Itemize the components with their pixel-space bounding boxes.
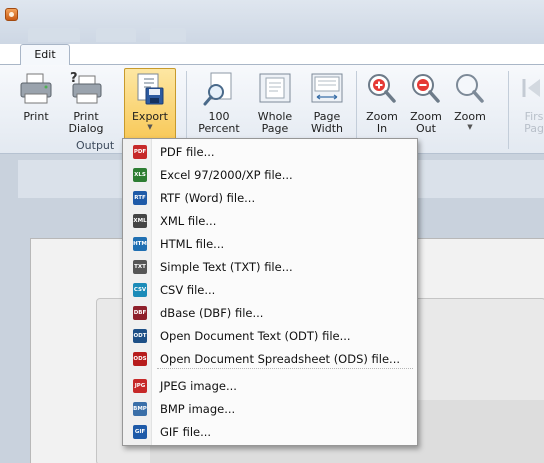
bmp-file-icon: BMP xyxy=(133,402,147,416)
menu-item-pdf[interactable]: PDF PDF file... xyxy=(125,141,415,163)
whole-page-icon xyxy=(257,71,293,107)
group-divider xyxy=(508,71,509,149)
csv-file-icon: CSV xyxy=(133,283,147,297)
print-button[interactable]: Print xyxy=(16,69,56,139)
print-dialog-button[interactable]: ? Print Dialog xyxy=(64,69,108,139)
menu-item-gif[interactable]: GIF GIF file... xyxy=(125,421,415,443)
txt-file-icon: TXT xyxy=(133,260,147,274)
dbf-file-icon: DBF xyxy=(133,306,147,320)
zoom-out-button[interactable]: Zoom Out xyxy=(406,69,446,139)
zoom-in-label-2: In xyxy=(376,122,388,135)
first-page-label-2: Pag xyxy=(524,122,544,135)
menu-item-label: HTML file... xyxy=(160,237,225,251)
group-label-output: Output xyxy=(76,139,115,152)
menu-item-label: JPEG image... xyxy=(160,379,237,393)
magnifier-page-icon xyxy=(201,71,237,107)
ghost-tab-blurred xyxy=(96,28,136,42)
jpeg-file-icon: JPG xyxy=(133,379,147,393)
pdf-file-icon: PDF xyxy=(133,145,147,159)
menu-item-dbf[interactable]: DBF dBase (DBF) file... xyxy=(125,302,415,324)
zoom-in-icon xyxy=(364,71,400,107)
percent-label-2: Percent xyxy=(198,122,240,135)
zoom-in-button[interactable]: Zoom In xyxy=(362,69,402,139)
zoom-button[interactable]: Zoom ▼ xyxy=(450,69,490,139)
zoom-100-percent-button[interactable]: 100 Percent xyxy=(196,69,242,139)
gif-file-icon: GIF xyxy=(133,425,147,439)
page-width-icon xyxy=(309,71,345,107)
menu-item-xml[interactable]: XML XML file... xyxy=(125,210,415,232)
printer-icon xyxy=(18,71,54,107)
menu-item-label: Open Document Text (ODT) file... xyxy=(160,329,351,343)
tab-edit[interactable]: Edit xyxy=(20,44,70,65)
menu-item-label: CSV file... xyxy=(160,283,216,297)
rtf-file-icon: RTF xyxy=(133,191,147,205)
menu-item-label: PDF file... xyxy=(160,145,215,159)
menu-item-excel[interactable]: XLS Excel 97/2000/XP file... xyxy=(125,164,415,186)
zoom-out-label-2: Out xyxy=(416,122,436,135)
menu-item-bmp[interactable]: BMP BMP image... xyxy=(125,398,415,420)
menu-item-csv[interactable]: CSV CSV file... xyxy=(125,279,415,301)
export-label: Export xyxy=(131,110,168,123)
ghost-tab-blurred xyxy=(28,28,80,42)
html-file-icon: HTM xyxy=(133,237,147,251)
xml-file-icon: XML xyxy=(133,214,147,228)
print-label: Print xyxy=(23,110,49,123)
chevron-down-icon: ▼ xyxy=(147,123,153,131)
whole-label-2: Page xyxy=(261,122,289,135)
export-disk-icon xyxy=(132,71,168,107)
menu-item-label: BMP image... xyxy=(160,402,236,416)
menu-item-label: RTF (Word) file... xyxy=(160,191,256,205)
first-page-icon xyxy=(516,71,544,107)
app-logo-icon[interactable] xyxy=(5,8,18,21)
menu-item-rtf[interactable]: RTF RTF (Word) file... xyxy=(125,187,415,209)
ods-file-icon: ODS xyxy=(133,352,147,366)
whole-page-button[interactable]: Whole Page xyxy=(252,69,298,139)
printer-question-icon: ? xyxy=(68,71,104,107)
menu-item-label: dBase (DBF) file... xyxy=(160,306,264,320)
zoom-icon xyxy=(452,71,488,107)
menu-item-odt[interactable]: ODT Open Document Text (ODT) file... xyxy=(125,325,415,347)
menu-item-label: Open Document Spreadsheet (ODS) file... xyxy=(160,352,401,366)
ghost-tab-blurred xyxy=(150,28,186,42)
page-width-button[interactable]: Page Width xyxy=(304,69,350,139)
zoom-label: Zoom xyxy=(454,110,486,123)
width-label-2: Width xyxy=(311,122,343,135)
excel-file-icon: XLS xyxy=(133,168,147,182)
menu-item-ods[interactable]: ODS Open Document Spreadsheet (ODS) file.… xyxy=(125,348,415,370)
print-dialog-label-2: Dialog xyxy=(68,122,104,135)
chevron-down-icon: ▼ xyxy=(467,123,473,131)
odt-file-icon: ODT xyxy=(133,329,147,343)
title-bar xyxy=(0,0,544,44)
menu-separator xyxy=(157,368,413,369)
export-button[interactable]: Export ▼ xyxy=(124,68,176,142)
first-page-button[interactable]: Firs Pag xyxy=(516,69,544,139)
menu-item-txt[interactable]: TXT Simple Text (TXT) file... xyxy=(125,256,415,278)
menu-item-label: GIF file... xyxy=(160,425,212,439)
app-window: Edit Print ? Print Dialog Export ▼ Outpu… xyxy=(0,0,544,463)
menu-item-label: XML file... xyxy=(160,214,217,228)
zoom-out-icon xyxy=(408,71,444,107)
menu-item-jpeg[interactable]: JPG JPEG image... xyxy=(125,375,415,397)
menu-item-label: Excel 97/2000/XP file... xyxy=(160,168,293,182)
menu-item-label: Simple Text (TXT) file... xyxy=(160,260,293,274)
export-menu: PDF PDF file... XLS Excel 97/2000/XP file..… xyxy=(122,138,418,446)
menu-item-html[interactable]: HTM HTML file... xyxy=(125,233,415,255)
